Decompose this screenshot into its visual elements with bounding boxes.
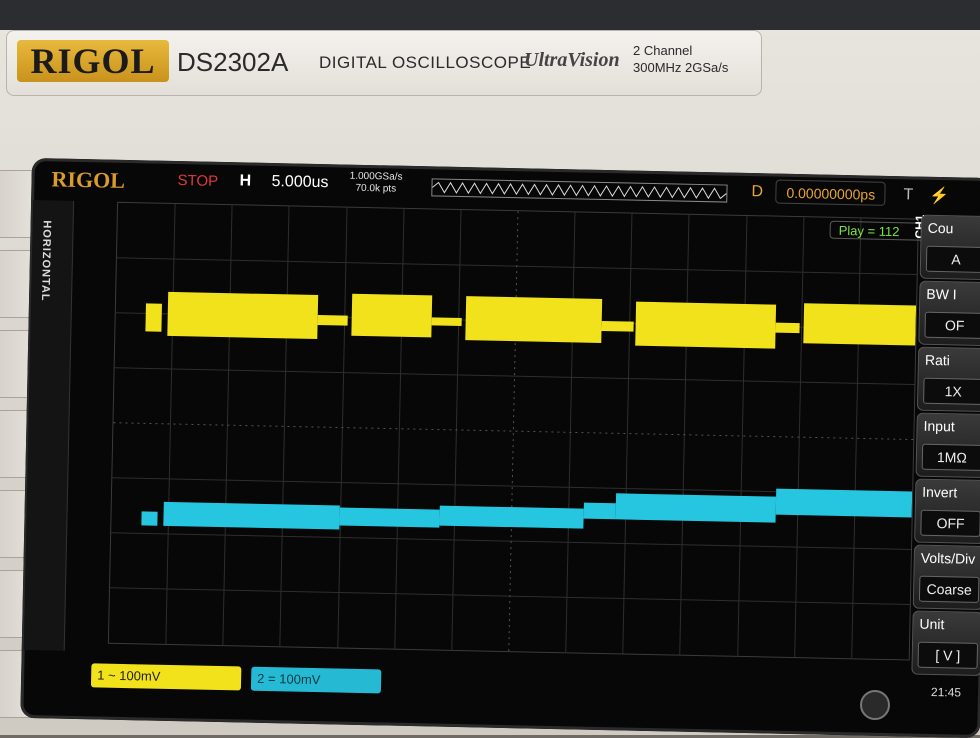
menu-volts-div[interactable]: Volts/Div Coarse	[912, 544, 980, 611]
background-top	[0, 0, 980, 30]
lcd-screen: RIGOL STOP H 5.000us 1.000GSa/s 70.0k pt…	[20, 158, 980, 738]
menu-bandwidth-limit[interactable]: BW I OF	[918, 280, 980, 347]
rigol-logo: RIGOL	[17, 40, 169, 82]
ch1-scale-badge[interactable]: 1 ~ 100mV	[90, 663, 242, 691]
model-number: DS2302A	[177, 47, 289, 77]
menu-probe-ratio[interactable]: Rati 1X	[916, 346, 980, 413]
device-spec: 2 Channel 300MHz 2GSa/s	[633, 43, 729, 75]
delay-label: D	[751, 183, 764, 201]
graticule	[110, 203, 917, 659]
waveform-grid: Play = 112	[107, 201, 980, 661]
ultravision-logo: UltraVision	[524, 49, 620, 71]
horizontal-menu-tab[interactable]: HORIZONTAL	[23, 200, 75, 651]
menu-invert[interactable]: Invert OFF	[914, 478, 980, 545]
trigger-icon: ⚡	[929, 187, 950, 206]
run-state: STOP	[177, 172, 219, 190]
memory-waveform-icon	[432, 181, 727, 200]
horizontal-tab-label: HORIZONTAL	[38, 220, 53, 302]
screen-logo: RIGOL	[51, 166, 126, 193]
clock: 21:45	[930, 684, 962, 700]
acquisition-info: 1.000GSa/s 70.0k pts	[349, 170, 403, 195]
timebase-value: 5.000us	[271, 173, 329, 192]
ac-coupling-icon: ~	[107, 667, 116, 683]
ch2-scale-badge[interactable]: 2 = 100mV	[250, 666, 382, 694]
memory-overview-bar	[431, 178, 728, 203]
ch1-trace	[145, 291, 917, 349]
channel-status-bar: 1 ~ 100mV 2 = 100mV 21:45	[81, 659, 962, 711]
trigger-label: T	[903, 186, 914, 204]
device-description: DIGITAL OSCILLOSCOPE	[319, 53, 532, 72]
menu-input-impedance[interactable]: Input 1MΩ	[915, 412, 980, 479]
control-knob[interactable]	[860, 690, 890, 720]
menu-coupling[interactable]: Cou A	[919, 214, 980, 281]
dc-coupling-icon: =	[267, 671, 276, 687]
brand-panel: RIGOL DS2302A DIGITAL OSCILLOSCOPE Ultra…	[6, 30, 762, 96]
delay-value: 0.00000000ps	[775, 179, 886, 206]
ch2-trace	[141, 488, 913, 530]
channel-menu: CH1 Cou A BW I OF Rati 1X Input 1MΩ Inve…	[911, 214, 980, 676]
horizontal-label: H	[239, 172, 252, 190]
menu-unit[interactable]: Unit [ V ]	[911, 610, 980, 676]
